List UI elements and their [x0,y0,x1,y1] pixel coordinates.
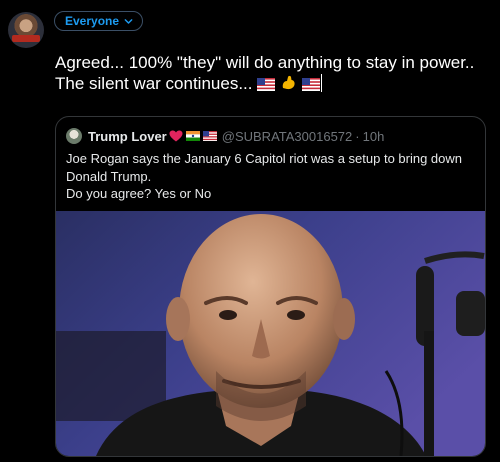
avatar-badge [12,35,40,42]
meta-separator: · [355,128,360,144]
quoted-post-card[interactable]: Trump Lover @SUBRATA30016572 · 10h Joe R… [55,116,486,457]
quoted-post-text: Joe Rogan says the January 6 Capitol rio… [66,150,476,203]
quoted-post-image[interactable] [56,211,485,456]
quoted-post-header: Trump Lover @SUBRATA30016572 · 10h [66,127,384,145]
red-heart-icon [169,130,183,142]
chevron-down-icon [124,18,133,24]
audience-label: Everyone [65,14,120,28]
quoted-author-handle[interactable]: @SUBRATA30016572 [222,129,353,144]
portrait-photo [56,211,485,456]
quoted-text-line-3: Do you agree? Yes or No [66,186,212,201]
compose-line-2: The silent war continues... [55,73,495,94]
compose-line-2-text: The silent war continues... [55,74,253,93]
quoted-text-line-2: Donald Trump. [66,168,152,184]
post-timestamp[interactable]: 10h [363,129,385,144]
compose-textarea[interactable]: Agreed... 100% "they" will do anything t… [55,52,495,94]
user-avatar[interactable] [8,12,44,48]
quoted-author-name[interactable]: Trump Lover [88,129,167,144]
us-flag-icon [202,131,217,141]
text-cursor [321,74,323,92]
us-flag-icon [257,78,276,91]
compose-line-1: Agreed... 100% "they" will do anything t… [55,53,475,72]
flexed-biceps-icon [283,75,296,90]
quoted-text-line-1: Joe Rogan says the January 6 Capitol rio… [66,151,463,166]
audience-selector-button[interactable]: Everyone [54,11,144,31]
quoted-author-avatar[interactable] [66,128,82,144]
india-flag-icon [185,131,200,141]
us-flag-icon [302,78,321,91]
